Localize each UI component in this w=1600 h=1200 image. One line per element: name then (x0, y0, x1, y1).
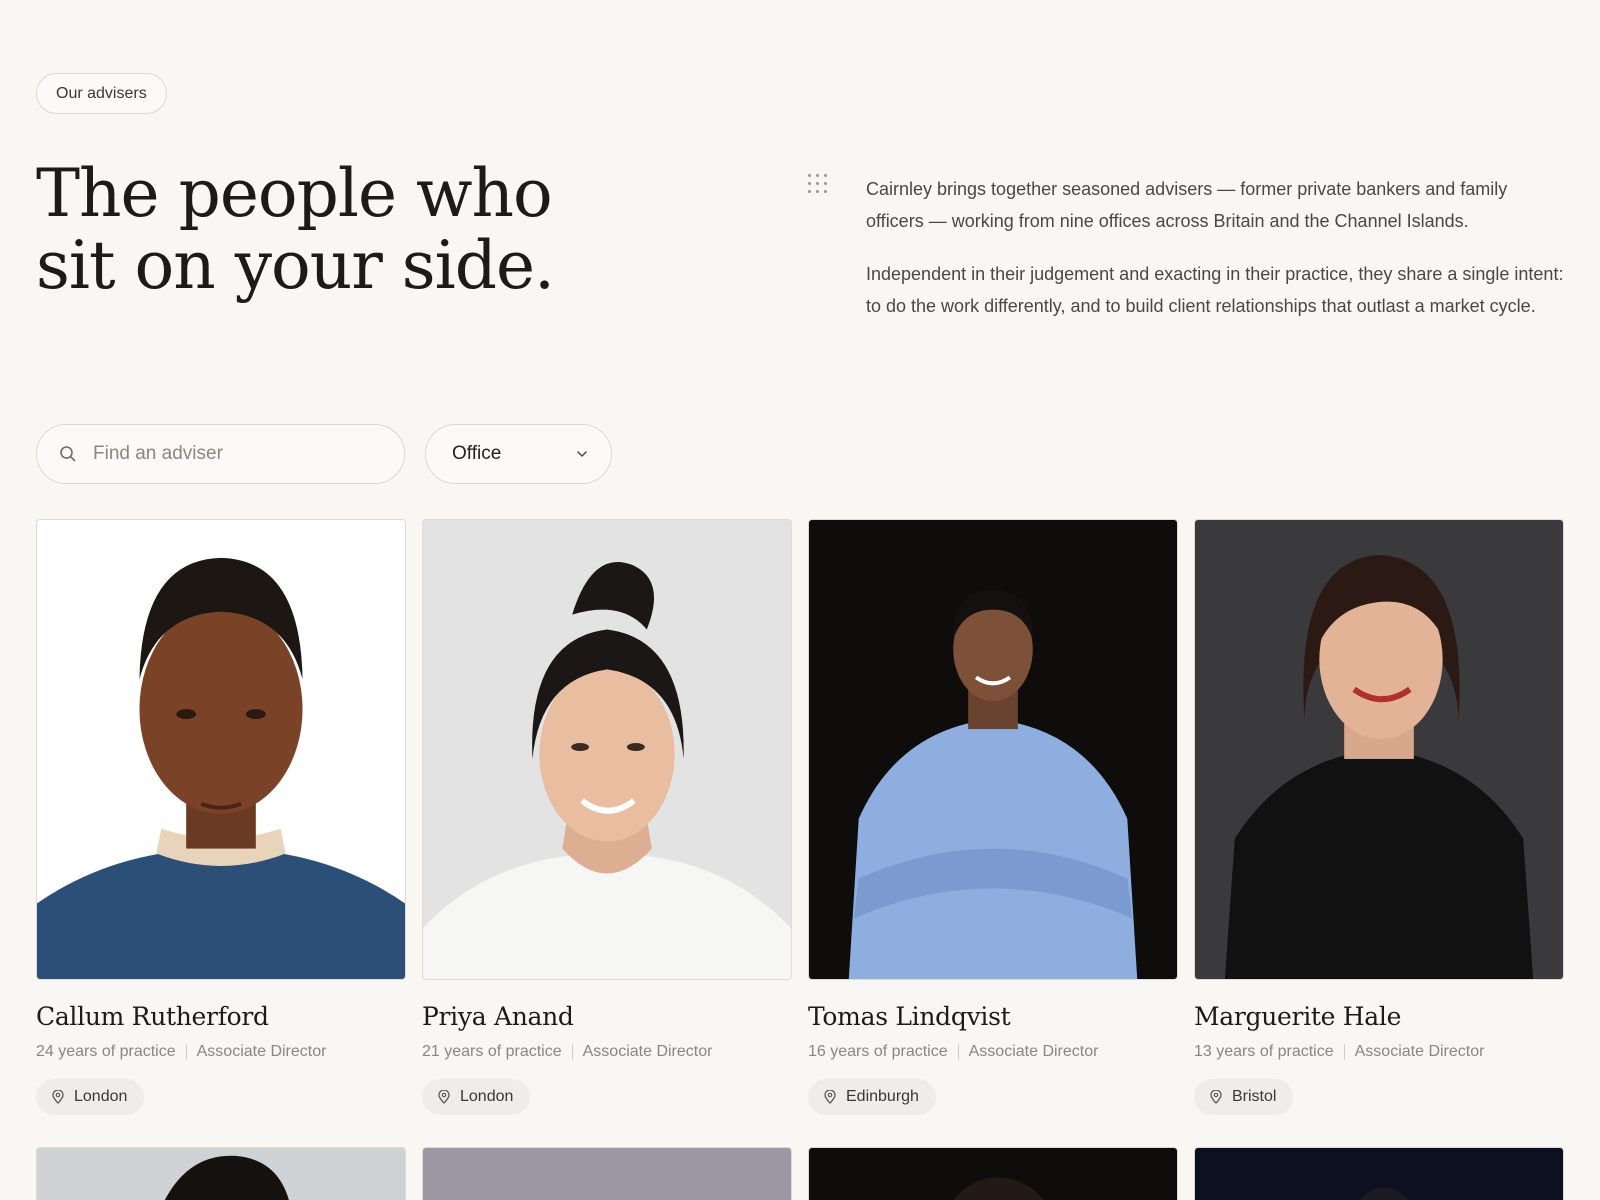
location-pin-icon (438, 1090, 450, 1104)
adviser-role: Associate Director (1354, 1043, 1485, 1060)
adviser-name[interactable]: Marguerite Hale (1194, 1002, 1564, 1031)
adviser-name[interactable]: Priya Anand (422, 1002, 792, 1031)
adviser-experience: 21 years of practice (422, 1043, 562, 1060)
page-title: The people who sit on your side. (36, 155, 555, 304)
meta-divider (185, 1044, 187, 1060)
adviser-name[interactable]: Callum Rutherford (36, 1002, 406, 1031)
dots-grid-icon (808, 174, 832, 198)
adviser-role: Associate Director (968, 1043, 1099, 1060)
page-title-line-2: sit on your side. (36, 227, 555, 304)
page-title-line-1: The people who (36, 155, 553, 232)
office-dropdown-label: Office (452, 443, 502, 464)
adviser-photo[interactable] (808, 519, 1178, 980)
adviser-meta: 16 years of practice Associate Director (808, 1043, 1178, 1061)
office-chip: London (422, 1079, 531, 1115)
adviser-experience: 13 years of practice (1194, 1043, 1334, 1060)
location-pin-icon (1210, 1090, 1222, 1104)
adviser-photo[interactable] (36, 1147, 406, 1200)
office-chip-label: London (74, 1088, 128, 1105)
adviser-role: Associate Director (582, 1043, 713, 1060)
adviser-card[interactable]: Priya Anand 21 years of practice Associa… (422, 519, 792, 1115)
adviser-photo[interactable] (36, 519, 406, 980)
adviser-grid: Callum Rutherford 24 years of practice A… (36, 519, 1564, 1200)
adviser-card[interactable] (422, 1147, 792, 1200)
intro-paragraph-2: Independent in their judgement and exact… (866, 264, 1564, 316)
search-input[interactable] (93, 443, 373, 465)
office-chip-label: Edinburgh (846, 1088, 919, 1105)
meta-divider (957, 1044, 959, 1060)
adviser-meta: 24 years of practice Associate Director (36, 1043, 406, 1061)
adviser-search[interactable] (36, 424, 405, 484)
adviser-card[interactable]: Callum Rutherford 24 years of practice A… (36, 519, 406, 1115)
intro-text: Cairnley brings together seasoned advise… (866, 173, 1566, 322)
adviser-card[interactable] (36, 1147, 406, 1200)
office-chip: Bristol (1194, 1079, 1294, 1115)
adviser-photo[interactable] (1194, 519, 1564, 980)
office-chip-label: Bristol (1232, 1088, 1277, 1105)
office-chip-label: London (460, 1088, 514, 1105)
adviser-experience: 16 years of practice (808, 1043, 948, 1060)
adviser-photo[interactable] (422, 1147, 792, 1200)
office-chip: Edinburgh (808, 1079, 936, 1115)
adviser-meta: 13 years of practice Associate Director (1194, 1043, 1564, 1061)
office-dropdown[interactable]: Office (425, 424, 612, 484)
meta-divider (571, 1044, 573, 1060)
adviser-photo[interactable] (1194, 1147, 1564, 1200)
meta-divider (1343, 1044, 1345, 1060)
adviser-card[interactable] (1194, 1147, 1564, 1200)
section-tag: Our advisers (36, 73, 167, 114)
adviser-experience: 24 years of practice (36, 1043, 176, 1060)
search-icon (60, 446, 76, 462)
adviser-meta: 21 years of practice Associate Director (422, 1043, 792, 1061)
adviser-card[interactable] (808, 1147, 1178, 1200)
adviser-card[interactable]: Tomas Lindqvist 16 years of practice Ass… (808, 519, 1178, 1115)
office-chip: London (36, 1079, 145, 1115)
adviser-card[interactable]: Marguerite Hale 13 years of practice Ass… (1194, 519, 1564, 1115)
adviser-name[interactable]: Tomas Lindqvist (808, 1002, 1178, 1031)
adviser-role: Associate Director (196, 1043, 327, 1060)
adviser-photo[interactable] (422, 519, 792, 980)
intro-paragraph-1: Cairnley brings together seasoned advise… (866, 179, 1508, 231)
adviser-photo[interactable] (808, 1147, 1178, 1200)
location-pin-icon (52, 1090, 64, 1104)
location-pin-icon (824, 1090, 836, 1104)
chevron-down-icon (577, 451, 587, 457)
